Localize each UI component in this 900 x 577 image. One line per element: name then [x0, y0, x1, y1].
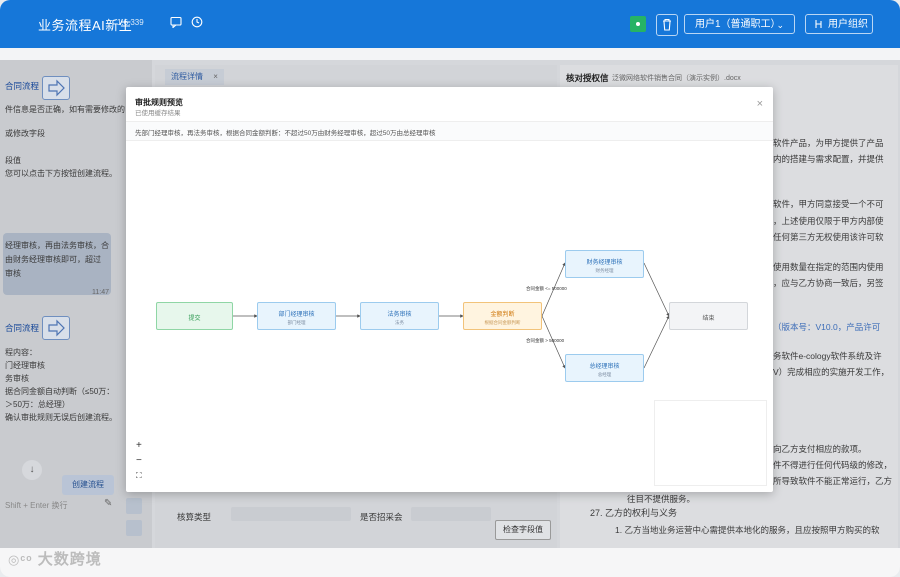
doc-line: 件不得进行任何代码级的修改，: [773, 460, 893, 470]
chat-line: 程内容：: [5, 348, 37, 357]
node-label: 财务经理审核: [586, 260, 623, 266]
app-version: 1.6.339: [117, 18, 144, 27]
node-label: 总经理审核: [589, 364, 620, 370]
node-label: 金额判断: [490, 312, 515, 318]
user-org-label: 用户组织: [828, 19, 868, 30]
node-submit[interactable]: 提交: [156, 302, 233, 330]
chat-line: 您可以点击下方按钮创建流程。: [5, 169, 117, 178]
node-legal[interactable]: 法务审核 法务: [360, 302, 439, 330]
send-button[interactable]: [126, 498, 142, 514]
org-icon: [815, 20, 822, 28]
node-label: 部门经理审核: [278, 312, 315, 318]
node-label: 法务审核: [387, 312, 412, 318]
watermark-logo-icon: ◎ᶜᵒ: [8, 552, 33, 567]
doc-line: 往目不提供服务。: [627, 494, 696, 504]
tab-flow-detail-label: 流程详情: [171, 72, 203, 81]
edge-finance-end: [643, 262, 670, 317]
watermark: ◎ᶜᵒ 大数跨境: [8, 548, 102, 569]
close-tab-icon[interactable]: ×: [213, 72, 218, 81]
chat-line: 门经理审核: [5, 361, 45, 370]
tab-flow-detail[interactable]: 流程详情 ×: [165, 69, 224, 85]
chat-link-2[interactable]: 合同流程: [5, 322, 39, 334]
user-select[interactable]: 用户1（普通职工） ⌄: [684, 14, 795, 34]
input-hint: Shift + Enter 换行: [5, 501, 68, 510]
node-end[interactable]: 结束: [669, 302, 748, 330]
chat-line: 务审核: [5, 374, 29, 383]
node-sublabel: 法务: [395, 320, 404, 325]
field-input[interactable]: [411, 507, 491, 521]
field-label: 核算类型: [177, 512, 212, 522]
chevron-down-icon: ⌄: [776, 20, 784, 30]
chat-line: 据合同金额自动判断（≤50万：: [5, 387, 115, 396]
zoom-out-button[interactable]: −: [136, 456, 142, 466]
doc-line: ，上述使用仅限于甲方内部使: [773, 216, 884, 226]
doc-line: ，应与乙方协商一致后，另签: [773, 278, 884, 288]
attach-icon[interactable]: ✎: [104, 498, 118, 512]
chat-line: 审核: [5, 269, 21, 278]
chat-line: 由财务经理审核即可，超过: [5, 255, 101, 264]
chat-line: 确认审批规则无误后创建流程。: [5, 413, 117, 422]
doc-line: 软件产品，为甲方提供了产品: [773, 138, 884, 148]
delete-button[interactable]: [656, 14, 678, 36]
chat-icon[interactable]: [170, 16, 182, 28]
node-general-manager[interactable]: 总经理审核 总经理: [565, 354, 644, 382]
node-sublabel: 总经理: [597, 372, 612, 377]
doc-line: V）完成相应的实施开发工作，: [773, 367, 890, 377]
chat-line: ＞50万：总经理）: [5, 400, 70, 409]
create-flow-button[interactable]: 创建流程: [62, 475, 114, 495]
field-input[interactable]: [231, 507, 351, 521]
node-dept-manager[interactable]: 部门经理审核 部门经理: [257, 302, 336, 330]
chat-line: 段值: [5, 156, 21, 165]
minimap[interactable]: [654, 400, 767, 486]
doc-line: 所导致软件不能正常运行，乙方: [773, 476, 893, 486]
zoom-in-button[interactable]: +: [136, 441, 142, 451]
edge-label-gt: 合同金额 > 500000: [526, 338, 565, 343]
doc-section-heading: 27. 乙方的权利与义务: [590, 508, 678, 518]
field-label: 是否招采会: [360, 512, 403, 522]
node-sublabel: 部门经理: [287, 320, 306, 325]
node-finance-manager[interactable]: 财务经理审核 财务经理: [565, 250, 644, 278]
scroll-down-button[interactable]: ↓: [22, 460, 42, 480]
node-sublabel: 财务经理: [595, 268, 614, 273]
doc-line: （版本号：V10.0，产品许可: [773, 322, 881, 332]
doc-line: 软件，甲方同意接受一个不可: [773, 199, 884, 209]
watermark-text: 大数跨境: [37, 551, 102, 568]
chat-link-1[interactable]: 合同流程: [5, 80, 39, 92]
edge-gm-end: [643, 315, 670, 369]
node-sublabel: 根据合同金额判断: [484, 320, 521, 325]
chat-line: 或修改字段: [5, 129, 45, 138]
edge-label-le: 合同金额 <= 500000: [526, 286, 567, 291]
history-icon[interactable]: [191, 16, 203, 28]
arrow-right-icon[interactable]: [42, 316, 70, 340]
header-bar: 业务流程AI新生 1.6.339 用户1（普通职工） ⌄ 用户组织: [0, 0, 900, 48]
node-amount-decision[interactable]: 金额判断 根据合同金额判断: [463, 302, 542, 330]
bottom-bar: [0, 548, 900, 577]
doc-filename: 泛微网络软件销售合同（演示实例）.docx: [612, 75, 741, 82]
trash-icon: [663, 18, 671, 31]
arrow-right-icon[interactable]: [42, 76, 70, 100]
edit-button[interactable]: [126, 520, 142, 536]
chat-line: 经理审核，再由法务审核，合: [5, 241, 109, 250]
chat-line: 件信息是否正确，如有需要修改的: [5, 105, 125, 114]
user-org-button[interactable]: 用户组织: [805, 14, 873, 34]
doc-line: 使用数量在指定的范围内使用: [773, 262, 884, 272]
doc-panel-title: 核对授权信: [566, 73, 609, 83]
doc-line: 内的搭建与需求配置，并提供: [773, 154, 884, 164]
check-field-button[interactable]: 检查字段值: [495, 520, 551, 540]
node-label: 结束: [702, 316, 715, 322]
app-window: 业务流程AI新生 1.6.339 用户1（普通职工） ⌄ 用户组织 合同流程 件…: [0, 0, 900, 577]
doc-line: 务软件e-cology软件系统及许: [773, 351, 882, 361]
doc-line: 任何第三方无权使用该许可软: [773, 232, 884, 242]
doc-line: 向乙方支付相应的款项。: [773, 444, 867, 454]
fit-view-button[interactable]: ⛶: [136, 471, 142, 481]
approval-rule-preview-modal: 审批规则预览 已使用缓存结果 × 先部门经理审核，再法务审核，根据合同金额判断：…: [126, 87, 773, 492]
message-time: 11:47: [92, 289, 109, 296]
status-indicator[interactable]: [630, 16, 646, 32]
node-label: 提交: [188, 316, 201, 322]
user-select-label: 用户1（普通职工）: [695, 19, 781, 30]
doc-line: 1. 乙方当地业务运营中心需提供本地化的服务，且应按照甲方购买的软: [615, 525, 880, 535]
